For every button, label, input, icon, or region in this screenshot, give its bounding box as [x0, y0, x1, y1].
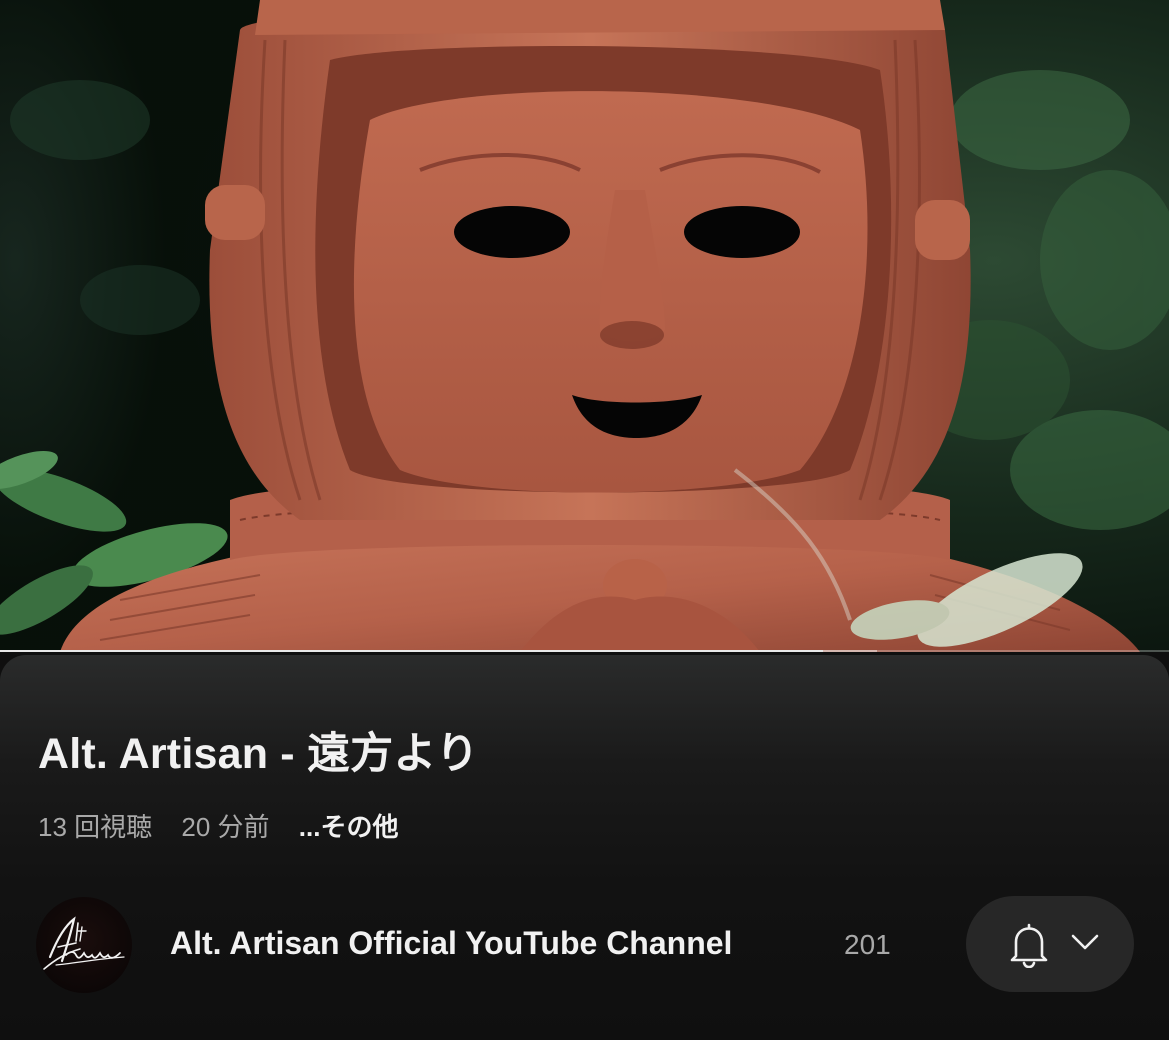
video-player[interactable] — [0, 0, 1169, 652]
bell-icon — [1010, 923, 1048, 968]
subscriber-count: 201 — [844, 929, 891, 960]
video-meta-row[interactable]: 13 回視聴 20 分前 ...その他 — [38, 807, 398, 844]
video-progress-bar[interactable] — [0, 650, 1169, 652]
view-count: 13 回視聴 — [38, 812, 153, 842]
chevron-down-icon — [1071, 934, 1099, 950]
video-frame-haniwa — [0, 0, 1169, 652]
more-link[interactable]: ...その他 — [299, 807, 399, 844]
subscription-notification-button[interactable] — [966, 896, 1134, 992]
upload-time: 20 分前 — [181, 812, 270, 842]
video-info-panel: Alt. Artisan - 遠方より 13 回視聴 20 分前 ...その他 … — [0, 655, 1169, 1040]
video-title: Alt. Artisan - 遠方より — [38, 730, 479, 778]
channel-name[interactable]: Alt. Artisan Official YouTube Channel — [170, 925, 732, 962]
video-watch-screen: Alt. Artisan - 遠方より 13 回視聴 20 分前 ...その他 … — [0, 0, 1169, 1040]
progress-buffered — [822, 650, 877, 652]
channel-logo — [43, 916, 125, 970]
channel-avatar[interactable] — [36, 897, 132, 993]
progress-played — [0, 650, 823, 652]
